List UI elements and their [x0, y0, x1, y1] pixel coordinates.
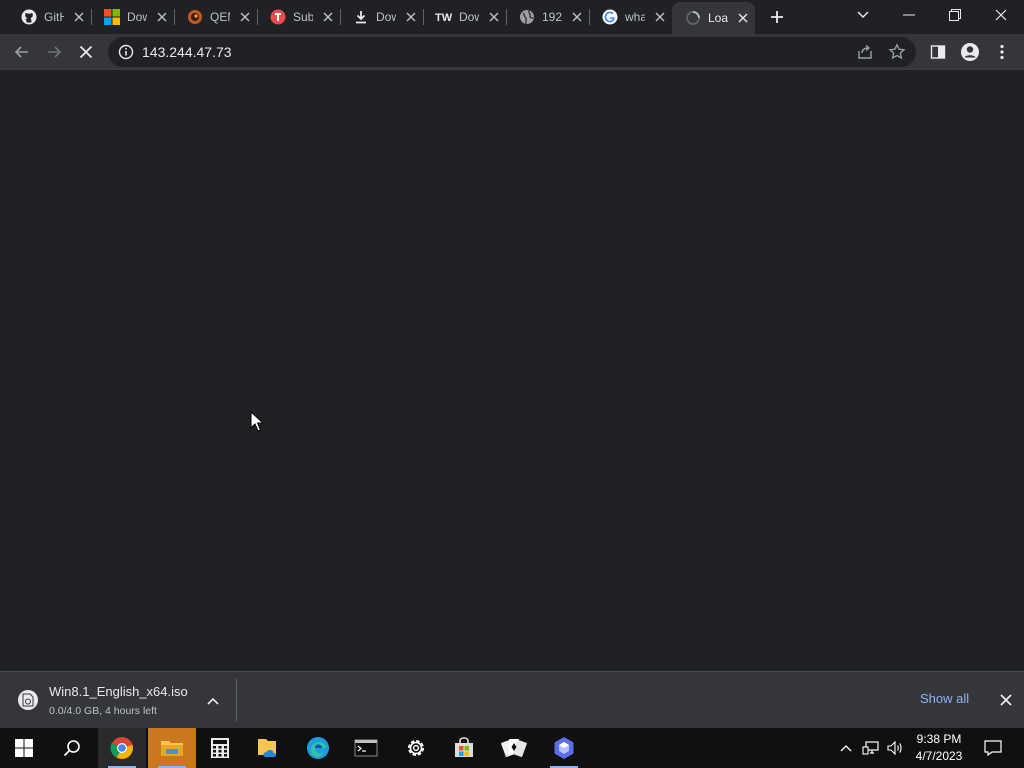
- new-tab-button[interactable]: [766, 6, 788, 28]
- microsoft-icon: [103, 8, 121, 26]
- download-icon: [352, 8, 370, 26]
- download-filename[interactable]: Win8.1_English_x64.iso: [49, 684, 188, 699]
- chrome-icon: [110, 737, 133, 759]
- close-icon[interactable]: [71, 9, 87, 25]
- restore-button[interactable]: [932, 0, 978, 30]
- download-shelf: Win8.1_English_x64.iso 0.0/4.0 GB, 4 hou…: [0, 671, 1024, 728]
- start-button[interactable]: [0, 728, 48, 768]
- taskbar-chrome[interactable]: [98, 728, 146, 768]
- download-status: 0.0/4.0 GB, 4 hours left: [49, 705, 157, 717]
- tab-title: what: [625, 10, 645, 24]
- notifications-button[interactable]: [978, 728, 1008, 768]
- page-viewport[interactable]: [0, 70, 1024, 671]
- google-icon: [601, 8, 619, 26]
- close-window-button[interactable]: [978, 0, 1024, 30]
- tab-loading-active[interactable]: Loading: [672, 2, 755, 34]
- tab-title: 192: [542, 10, 562, 24]
- close-icon[interactable]: [237, 9, 253, 25]
- tab-title: Sub: [293, 10, 313, 24]
- tab-search-button[interactable]: [840, 0, 886, 30]
- show-hidden-icons-button[interactable]: [836, 728, 856, 768]
- tab-title: Download: [127, 10, 147, 24]
- tab-download-tw[interactable]: TW Download: [423, 4, 507, 30]
- tab-strip: GitHub Download QEMU Sub: [0, 0, 1024, 34]
- gear-icon: [408, 740, 424, 756]
- chevron-up-icon: [840, 745, 852, 752]
- taskbar-file-explorer[interactable]: [148, 728, 196, 768]
- tw-icon: TW: [435, 8, 453, 26]
- info-icon[interactable]: [118, 44, 134, 60]
- menu-kebab-icon[interactable]: [988, 38, 1016, 66]
- notification-icon: [984, 740, 1002, 756]
- show-all-link[interactable]: Show all: [920, 691, 969, 706]
- tab-sub[interactable]: Sub: [257, 4, 341, 30]
- qemu-icon: [186, 8, 204, 26]
- clock-time: 9:38 PM: [916, 732, 962, 746]
- close-icon[interactable]: [486, 9, 502, 25]
- close-icon[interactable]: [652, 9, 668, 25]
- store-icon: [455, 737, 473, 757]
- share-icon[interactable]: [856, 43, 874, 66]
- taskbar-edge[interactable]: [294, 728, 342, 768]
- app-hexagon-icon: [554, 737, 574, 759]
- folder-icon: [161, 741, 183, 756]
- taskbar-solitaire[interactable]: [490, 728, 538, 768]
- loading-spinner-icon: [684, 9, 702, 27]
- close-icon[interactable]: [569, 9, 585, 25]
- svg-text:TW: TW: [435, 12, 453, 24]
- github-icon: [20, 8, 38, 26]
- volume-icon[interactable]: [884, 728, 906, 768]
- tab-download-microsoft[interactable]: Download: [91, 4, 175, 30]
- tab-192[interactable]: 192: [506, 4, 590, 30]
- minimize-button[interactable]: [886, 0, 932, 30]
- tab-title: GitHub: [44, 10, 64, 24]
- stop-loading-button[interactable]: [72, 38, 100, 66]
- tab-github[interactable]: GitHub: [8, 4, 92, 30]
- cards-icon: [501, 739, 527, 757]
- tab-qemu[interactable]: QEMU: [174, 4, 258, 30]
- windows-taskbar: 9:38 PM 4/7/2023: [0, 728, 1024, 768]
- address-bar[interactable]: 143.244.47.73: [108, 37, 916, 67]
- close-icon[interactable]: [403, 9, 419, 25]
- tab-google[interactable]: what: [589, 4, 672, 30]
- network-icon[interactable]: [860, 728, 882, 768]
- taskbar-clock[interactable]: 9:38 PM 4/7/2023: [904, 731, 974, 765]
- back-button[interactable]: [8, 38, 36, 66]
- sub-icon: [269, 8, 287, 26]
- folder-cloud-icon: [258, 739, 276, 757]
- calculator-icon: [211, 738, 229, 758]
- profile-avatar-button[interactable]: [956, 38, 984, 66]
- search-icon: [63, 740, 80, 757]
- bookmark-star-icon[interactable]: [888, 43, 906, 66]
- screen: GitHub Download QEMU Sub: [0, 0, 1024, 768]
- clock-date: 4/7/2023: [915, 749, 963, 763]
- edge-icon: [307, 737, 329, 759]
- mouse-cursor-icon: [250, 410, 265, 438]
- close-icon[interactable]: [320, 9, 336, 25]
- tab-title: Loading: [708, 11, 728, 25]
- close-icon[interactable]: [735, 10, 751, 26]
- taskbar-terminal[interactable]: [342, 728, 390, 768]
- close-shelf-icon[interactable]: [996, 690, 1016, 710]
- side-panel-button[interactable]: [924, 38, 952, 66]
- tab-title: Download: [376, 10, 396, 24]
- taskbar-app[interactable]: [540, 728, 588, 768]
- forward-button[interactable]: [40, 38, 68, 66]
- address-url[interactable]: 143.244.47.73: [142, 44, 232, 60]
- terminal-icon: [354, 739, 378, 757]
- taskbar-store[interactable]: [440, 728, 488, 768]
- tab-title: Download: [459, 10, 479, 24]
- windows-logo-icon: [15, 739, 33, 757]
- globe-icon: [518, 8, 536, 26]
- browser-toolbar: 143.244.47.73: [0, 34, 1024, 70]
- iso-file-icon: [18, 690, 38, 710]
- taskbar-settings[interactable]: [392, 728, 440, 768]
- taskbar-onedrive-explorer[interactable]: [244, 728, 292, 768]
- close-icon[interactable]: [154, 9, 170, 25]
- search-button[interactable]: [48, 728, 96, 768]
- chevron-up-icon[interactable]: [204, 692, 222, 710]
- taskbar-calculator[interactable]: [196, 728, 244, 768]
- tab-title: QEMU: [210, 10, 230, 24]
- tab-download[interactable]: Download: [340, 4, 424, 30]
